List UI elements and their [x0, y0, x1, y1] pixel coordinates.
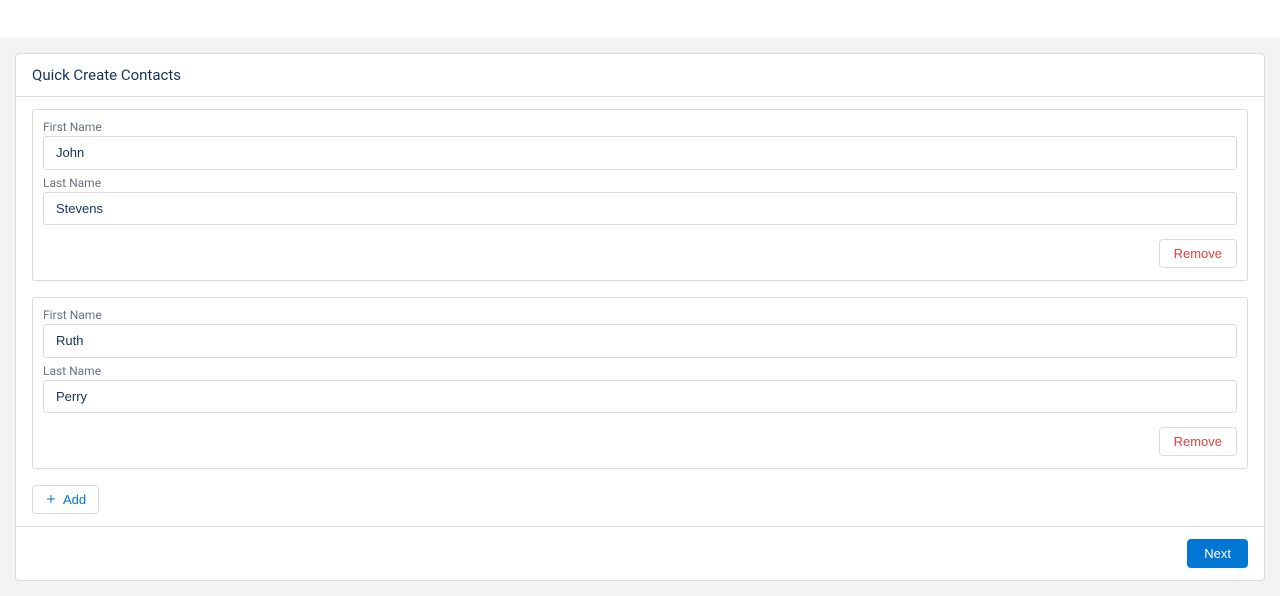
card-header: Quick Create Contacts	[16, 54, 1264, 97]
plus-icon	[45, 493, 57, 507]
first-name-label: First Name	[43, 120, 1237, 134]
add-button[interactable]: Add	[32, 485, 99, 514]
remove-row: Remove	[43, 427, 1237, 456]
quick-create-card: Quick Create Contacts First Name Last Na…	[15, 53, 1265, 581]
last-name-input[interactable]	[43, 192, 1237, 226]
remove-button[interactable]: Remove	[1159, 427, 1237, 456]
first-name-group: First Name	[43, 120, 1237, 170]
contact-row: First Name Last Name Remove	[32, 109, 1248, 281]
card-body: First Name Last Name Remove First Name	[16, 97, 1264, 526]
remove-button[interactable]: Remove	[1159, 239, 1237, 268]
remove-row: Remove	[43, 239, 1237, 268]
last-name-group: Last Name	[43, 364, 1237, 414]
last-name-input[interactable]	[43, 380, 1237, 414]
first-name-label: First Name	[43, 308, 1237, 322]
next-button[interactable]: Next	[1187, 539, 1248, 568]
top-spacer	[0, 0, 1280, 38]
last-name-group: Last Name	[43, 176, 1237, 226]
page-background: Quick Create Contacts First Name Last Na…	[0, 38, 1280, 596]
card-footer: Next	[16, 526, 1264, 580]
last-name-label: Last Name	[43, 176, 1237, 190]
card-title: Quick Create Contacts	[32, 66, 1248, 84]
first-name-input[interactable]	[43, 136, 1237, 170]
last-name-label: Last Name	[43, 364, 1237, 378]
first-name-input[interactable]	[43, 324, 1237, 358]
first-name-group: First Name	[43, 308, 1237, 358]
contact-row: First Name Last Name Remove	[32, 297, 1248, 469]
add-button-label: Add	[63, 492, 86, 507]
